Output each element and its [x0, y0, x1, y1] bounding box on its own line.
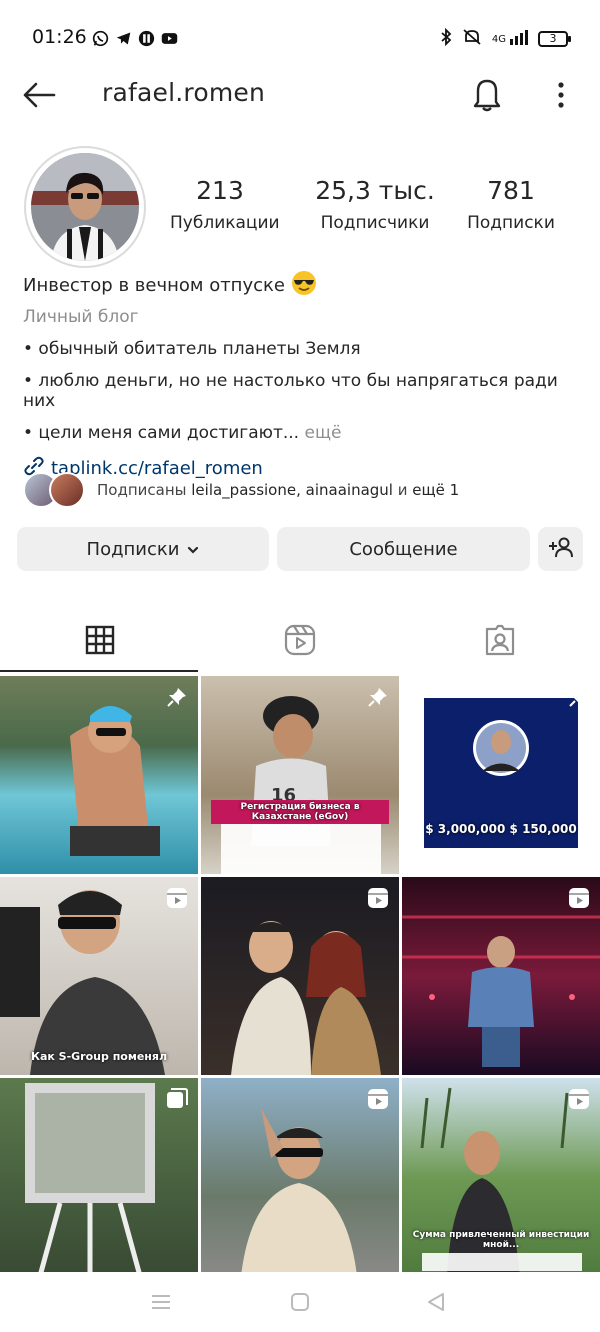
bio-line-3: • цели меня сами достигают... ещё — [23, 423, 583, 443]
posts-grid: 16 Регистрация бизнеса в Казахстане (eGo… — [0, 676, 600, 1272]
bluetooth-icon — [440, 27, 452, 50]
followed-by-avatars — [23, 472, 85, 508]
followed-by-text: Подписаны leila_passione, ainaainagul и … — [97, 481, 459, 499]
reels-icon — [284, 624, 316, 660]
tab-tagged[interactable] — [400, 612, 600, 672]
telegram-icon — [115, 30, 132, 47]
followed-by-rest[interactable]: ещё 1 — [412, 481, 459, 499]
content-tabs — [0, 612, 600, 674]
active-tab-indicator — [0, 670, 198, 672]
status-app-icons — [92, 30, 178, 47]
followed-by[interactable]: Подписаны leila_passione, ainaainagul и … — [23, 472, 459, 508]
following-count: 781 — [487, 176, 535, 205]
bio-line-3-text: • цели меня сами достигают... — [23, 423, 300, 443]
followers-label: Подписчики — [320, 213, 430, 233]
bio-line-1: • обычный обитатель планеты Земля — [23, 339, 361, 359]
tagged-person-icon — [484, 624, 516, 660]
followed-by-and: и — [392, 481, 413, 499]
profile-bio: Инвестор в вечном отпуске Личный блог • … — [23, 270, 583, 482]
following-button-label: Подписки — [86, 538, 180, 560]
post-thumbnail[interactable]: $ 3,000,000 $ 150,000 — [402, 676, 600, 874]
mute-icon — [462, 28, 482, 50]
posts-count: 213 — [196, 176, 244, 205]
home-icon[interactable] — [290, 1292, 314, 1314]
battery-icon: 3 — [538, 31, 571, 47]
profile-stats: 213 Публикации 25,3 тыс. Подписчики 781 … — [170, 176, 590, 246]
suggest-people-button[interactable] — [538, 527, 583, 571]
post-thumbnail[interactable]: Сумма привлеченный инвестиции мной... — [402, 1078, 600, 1272]
system-nav-bar — [0, 1272, 600, 1332]
pinned-icon — [367, 686, 389, 708]
reel-icon — [367, 887, 389, 909]
post-caption: $ 3,000,000 $ 150,000 — [425, 822, 577, 836]
back-arrow-icon[interactable] — [22, 80, 56, 110]
tab-reels[interactable] — [200, 612, 400, 672]
carousel-icon — [166, 1088, 188, 1110]
followed-by-sep: , — [296, 481, 306, 499]
post-thumbnail[interactable] — [201, 1078, 399, 1272]
grid-icon — [85, 625, 115, 659]
bio-name: Инвестор в вечном отпуске — [23, 275, 285, 296]
youtube-icon — [161, 30, 178, 47]
signal-4g-text: 4G — [491, 33, 506, 45]
profile-actions: Подписки Сообщение — [17, 527, 583, 571]
avatar[interactable] — [31, 153, 139, 261]
add-person-icon — [548, 536, 574, 563]
post-thumbnail[interactable] — [0, 676, 198, 874]
profile-header: rafael.romen — [0, 72, 600, 118]
reel-icon — [568, 1088, 590, 1110]
status-indicators: 4G 3 — [440, 27, 571, 50]
page-title: rafael.romen — [102, 78, 265, 107]
app-icon — [138, 30, 155, 47]
posts-stat[interactable]: 213 Публикации — [170, 176, 280, 233]
bio-category: Личный блог — [23, 307, 139, 327]
back-triangle-icon[interactable] — [426, 1292, 450, 1314]
followed-by-user-1[interactable]: leila_passione — [191, 481, 296, 499]
followed-by-prefix: Подписаны — [97, 481, 192, 499]
following-stat[interactable]: 781 Подписки — [460, 176, 562, 233]
post-caption: Регистрация бизнеса в Казахстане (eGov) — [211, 800, 389, 824]
post-thumbnail[interactable] — [402, 877, 600, 1075]
post-caption: Сумма привлеченный инвестиции мной... — [412, 1230, 590, 1250]
followers-stat[interactable]: 25,3 тыс. Подписчики — [310, 176, 440, 233]
message-button[interactable]: Сообщение — [277, 527, 530, 571]
notification-bell-icon[interactable] — [470, 76, 504, 112]
recent-apps-icon[interactable] — [150, 1292, 174, 1314]
tab-posts-grid[interactable] — [0, 612, 200, 672]
pinned-icon — [166, 686, 188, 708]
bio-name-row: Инвестор в вечном отпуске — [23, 270, 583, 301]
reel-icon — [367, 1088, 389, 1110]
follower-avatar-2 — [49, 472, 85, 508]
following-label: Подписки — [467, 213, 555, 233]
followers-count: 25,3 тыс. — [315, 176, 435, 205]
post-thumbnail[interactable]: 16 Регистрация бизнеса в Казахстане (eGo… — [201, 676, 399, 874]
post-thumbnail[interactable]: Как S-Group поменял — [0, 877, 198, 1075]
status-time: 01:26 — [32, 26, 87, 48]
followed-by-user-2[interactable]: ainaainagul — [306, 481, 393, 499]
whatsapp-icon — [92, 30, 109, 47]
bio-line-2: • люблю деньги, но не настолько что бы н… — [23, 371, 558, 411]
signal-icon — [508, 29, 528, 49]
pinned-icon — [568, 686, 590, 708]
reel-icon — [568, 887, 590, 909]
chevron-down-icon — [187, 539, 199, 560]
following-button[interactable]: Подписки — [17, 527, 269, 571]
reel-icon — [166, 887, 188, 909]
status-bar: 01:26 4G 3 — [0, 0, 600, 72]
bio-more-link[interactable]: ещё — [299, 423, 341, 443]
sunglasses-emoji-icon — [291, 270, 317, 301]
more-options-icon[interactable] — [556, 80, 566, 110]
post-thumbnail[interactable] — [0, 1078, 198, 1272]
posts-label: Публикации — [170, 213, 280, 233]
post-caption: Как S-Group поменял — [30, 1050, 168, 1063]
post-thumbnail[interactable] — [201, 877, 399, 1075]
message-button-label: Сообщение — [349, 538, 458, 560]
